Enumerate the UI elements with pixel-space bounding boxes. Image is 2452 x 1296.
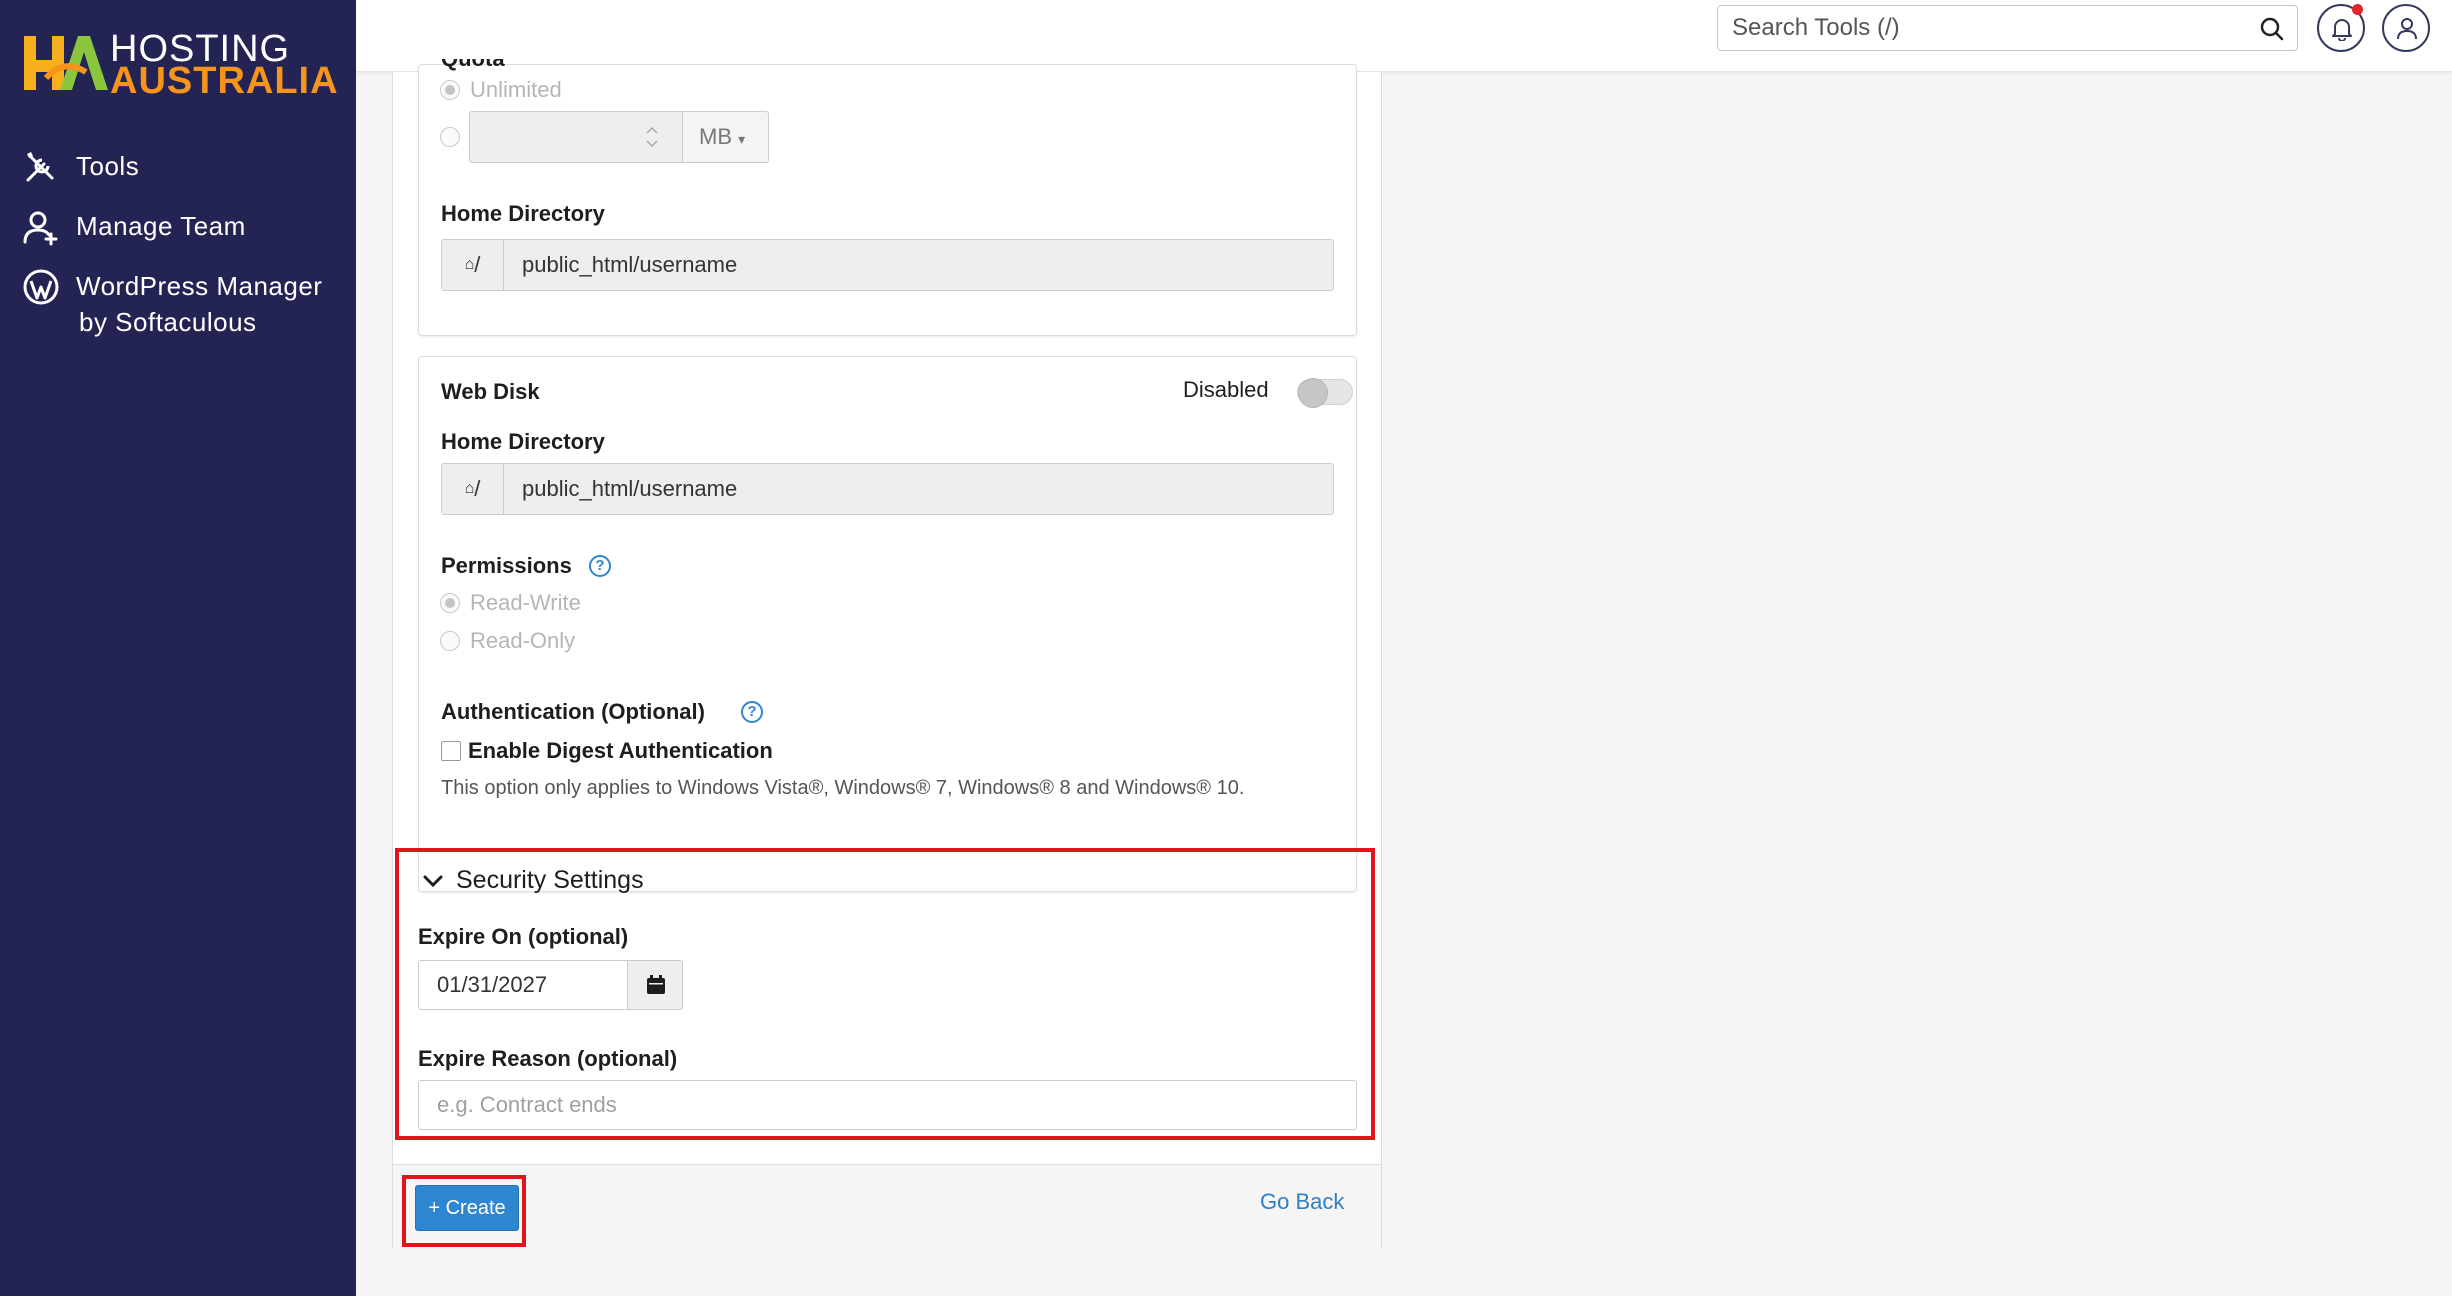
digest-auth-checkbox[interactable] xyxy=(441,741,461,761)
notifications-button[interactable] xyxy=(2317,4,2365,52)
go-back-link[interactable]: Go Back xyxy=(1260,1189,1344,1215)
sidebar-item-label: Tools xyxy=(76,151,140,181)
web-disk-card: Web Disk Disabled Home Directory ⌂ / publ… xyxy=(418,356,1357,892)
digest-auth-note: This option only applies to Windows Vist… xyxy=(441,777,1245,799)
user-menu-button[interactable] xyxy=(2382,4,2430,52)
expire-reason-input[interactable] xyxy=(418,1080,1357,1130)
sidebar: HOSTING AUSTRALIA Tools Manage Team Word… xyxy=(0,0,356,1296)
home-icon: ⌂ xyxy=(464,480,475,497)
hosting-australia-logo[interactable]: HOSTING AUSTRALIA xyxy=(20,24,338,102)
tools-icon xyxy=(26,152,54,182)
ftp-home-directory-label: Home Directory xyxy=(441,201,605,226)
search-icon[interactable] xyxy=(2259,16,2285,42)
web-disk-home-value: public_html/username xyxy=(522,476,738,501)
quota-label: Quota xyxy=(441,59,505,73)
read-write-label: Read-Write xyxy=(470,590,581,615)
expire-on-input[interactable] xyxy=(418,960,628,1010)
search-input[interactable] xyxy=(1718,6,2238,50)
read-write-radio[interactable] xyxy=(440,593,460,613)
read-only-label: Read-Only xyxy=(470,628,576,653)
security-settings-section: Security Settings Expire On (optional) E… xyxy=(418,854,1357,1136)
web-disk-home-label: Home Directory xyxy=(441,429,605,454)
ftp-home-directory-field[interactable]: ⌂ / public_html/username xyxy=(441,239,1334,291)
security-settings-title[interactable]: Security Settings xyxy=(456,866,644,895)
expire-on-label: Expire On (optional) xyxy=(418,924,629,949)
read-only-radio[interactable] xyxy=(440,631,460,651)
ftp-settings-card: Quota Unlimited MB ▾ Home Directory ⌂/ p… xyxy=(418,59,1357,336)
web-disk-toggle[interactable] xyxy=(1297,378,1353,408)
notification-dot xyxy=(2352,4,2363,15)
bell-icon xyxy=(2332,19,2352,41)
search-box xyxy=(1717,5,2298,51)
authentication-help-icon[interactable]: ? xyxy=(741,701,763,723)
sidebar-item-label: Manage Team xyxy=(76,211,246,241)
quota-unlimited-radio[interactable] xyxy=(440,80,460,100)
create-button[interactable]: + Create xyxy=(415,1185,519,1231)
manage-team-icon xyxy=(23,211,58,246)
sidebar-item-manage-team[interactable]: Manage Team xyxy=(22,208,246,246)
quota-custom-radio[interactable] xyxy=(440,127,460,147)
wordpress-icon xyxy=(23,269,59,305)
top-bar xyxy=(356,0,2452,72)
logo-line-2: AUSTRALIA xyxy=(110,60,339,102)
quota-unit-value: MB xyxy=(699,124,732,149)
logo-mark-icon xyxy=(24,36,108,90)
quota-amount-input[interactable] xyxy=(469,111,683,163)
digest-auth-label: Enable Digest Authentication xyxy=(468,738,773,763)
sidebar-item-label-2: by Softaculous xyxy=(79,307,257,337)
web-disk-home-field[interactable]: ⌂ / public_html/username xyxy=(441,463,1334,515)
web-disk-toggle-label: Disabled xyxy=(1183,377,1269,402)
sidebar-item-wordpress-manager[interactable]: WordPress Manager by Softaculous xyxy=(22,268,322,340)
quota-unit-dropdown[interactable]: MB ▾ xyxy=(682,111,769,163)
caret-down-icon: ▾ xyxy=(738,131,746,147)
calendar-icon xyxy=(647,975,665,994)
chevron-down-icon[interactable] xyxy=(422,870,444,892)
sidebar-item-tools[interactable]: Tools xyxy=(22,148,139,186)
web-disk-title: Web Disk xyxy=(441,379,540,404)
expire-reason-label: Expire Reason (optional) xyxy=(418,1046,678,1071)
sidebar-item-label: WordPress Manager xyxy=(76,271,323,301)
home-prefix-addon: ⌂ / xyxy=(442,240,504,290)
home-prefix-addon: ⌂ / xyxy=(442,464,504,514)
create-account-panel: Quota Unlimited MB ▾ Home Directory ⌂/ p… xyxy=(392,59,1382,1248)
authentication-label: Authentication (Optional) xyxy=(441,699,705,724)
home-icon: ⌂ xyxy=(464,256,475,273)
ftp-home-directory-value: public_html/username xyxy=(522,252,738,277)
permissions-help-icon[interactable]: ? xyxy=(589,555,611,577)
quota-unlimited-label: Unlimited xyxy=(470,77,562,102)
calendar-button[interactable] xyxy=(627,960,683,1010)
form-actions-bar: + Create Go Back xyxy=(393,1164,1381,1248)
user-icon xyxy=(2397,18,2417,40)
permissions-label: Permissions xyxy=(441,553,572,578)
stepper-arrows-icon[interactable] xyxy=(644,124,660,150)
